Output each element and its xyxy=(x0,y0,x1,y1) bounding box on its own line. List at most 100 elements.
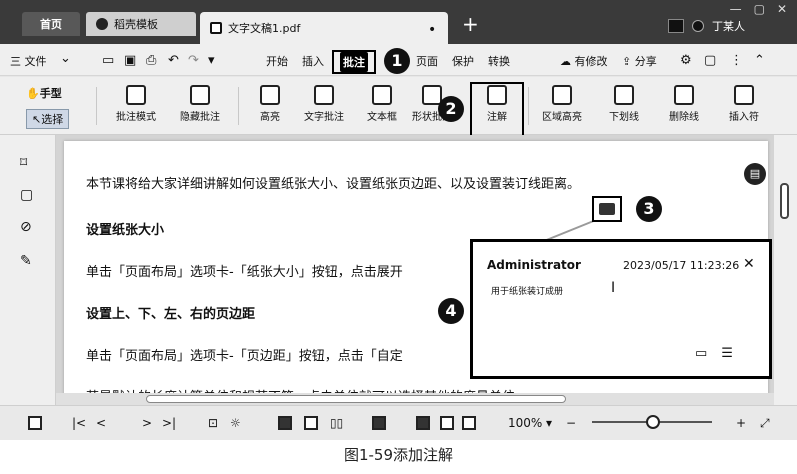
templates-logo-icon xyxy=(96,18,108,30)
floating-tool-icon[interactable]: ▤ xyxy=(744,163,766,185)
strikethrough-button[interactable]: 删除线 xyxy=(654,85,714,123)
attachment-icon[interactable]: ⊘ xyxy=(20,219,34,235)
avatar[interactable] xyxy=(692,20,704,32)
underline-label: 下划线 xyxy=(609,112,639,123)
zoom-dropdown-icon[interactable]: ▾ xyxy=(546,416,552,430)
eye-protect-icon[interactable]: ☼ xyxy=(230,416,241,430)
text-annotation-label: 文字批注 xyxy=(304,112,344,123)
text-annotation-button[interactable]: 文字批注 xyxy=(294,85,354,123)
unsaved-dot-icon: • xyxy=(428,22,437,38)
menu-annotate-highlight[interactable]: 批注 xyxy=(332,50,376,74)
minimize-button[interactable]: — xyxy=(730,2,742,16)
prev-page-icon[interactable]: < xyxy=(96,416,106,430)
continuous-view-icon[interactable] xyxy=(304,416,318,430)
last-page-icon[interactable]: >| xyxy=(162,416,176,430)
share-icon: ⇪ xyxy=(622,55,632,68)
double-page-view-icon[interactable]: ▯▯ xyxy=(330,416,343,430)
tab-templates-label: 稻壳模板 xyxy=(114,18,158,31)
workspace-icon[interactable] xyxy=(668,19,684,33)
select-tool[interactable]: ↖选择 xyxy=(26,109,70,129)
rotate-icon[interactable]: ⊡ xyxy=(208,416,218,430)
select-tool-label: 选择 xyxy=(41,113,64,126)
paragraph: 单击「页面布局」选项卡-「页边距」按钮，点击「自定 xyxy=(86,349,403,364)
signature-icon[interactable]: ✎ xyxy=(20,253,34,269)
vertical-scroll-thumb[interactable] xyxy=(780,183,789,219)
comment-author: Administrator xyxy=(487,258,581,272)
share-button[interactable]: ⇪ 分享 xyxy=(622,53,657,69)
bookmark-icon[interactable]: ⌑ xyxy=(20,155,34,171)
fit-width-icon[interactable] xyxy=(440,416,454,430)
next-page-icon[interactable]: > xyxy=(142,416,152,430)
chevron-up-icon[interactable]: ⌃ xyxy=(754,53,765,68)
undo-icon[interactable]: ↶ xyxy=(168,53,179,68)
comment-text[interactable]: 用于纸张装订成册 xyxy=(491,284,563,297)
redo-icon[interactable]: ↷ xyxy=(188,53,199,68)
comment-popup[interactable]: Administrator 2023/05/17 11:23:26 ✕ 用于纸张… xyxy=(470,239,772,379)
new-tab-button[interactable]: + xyxy=(462,14,479,34)
cursor-icon: ↖ xyxy=(32,113,42,126)
app-window: 首页 稻壳模板 文字文稿1.pdf • + — ▢ ✕ 丁某人 三 文件 ⌄ ▭… xyxy=(0,0,797,440)
file-menu[interactable]: 三 文件 xyxy=(10,53,47,69)
tab-templates[interactable]: 稻壳模板 xyxy=(86,12,196,36)
underline-button[interactable]: 下划线 xyxy=(594,85,654,123)
reply-icon[interactable]: ▭ xyxy=(695,346,707,361)
menu-page[interactable]: 页面 xyxy=(416,53,438,69)
first-page-icon[interactable]: |< xyxy=(72,416,86,430)
pdf-file-icon xyxy=(210,22,222,34)
more-icon[interactable]: ⋮ xyxy=(730,53,743,68)
paragraph: 本节课将给大家详细讲解如何设置纸张大小、设置纸张页边距、以及设置装订线距离。 xyxy=(86,177,581,192)
ribbon-separator xyxy=(238,87,239,125)
save-icon[interactable]: ▣ xyxy=(124,53,136,68)
menu-convert[interactable]: 转换 xyxy=(488,53,510,69)
open-folder-icon[interactable]: ▭ xyxy=(102,53,114,68)
zoom-in-icon[interactable]: + xyxy=(736,416,746,430)
actual-size-icon[interactable] xyxy=(462,416,476,430)
note-marker-icon xyxy=(599,203,615,215)
fit-page-icon[interactable] xyxy=(416,416,430,430)
annotate-ribbon: ✋手型 ↖选择 批注模式 隐藏批注 高亮 文字批注 文本框 形状批注 注解 区域… xyxy=(0,77,797,135)
insert-caret-icon xyxy=(734,85,754,105)
hand-tool[interactable]: ✋手型 xyxy=(26,85,62,101)
menu-icon[interactable]: ☰ xyxy=(721,346,733,361)
zoom-out-icon[interactable]: − xyxy=(566,416,576,430)
area-highlight-button[interactable]: 区域高亮 xyxy=(532,85,592,123)
heading: 设置上、下、左、右的页边距 xyxy=(86,307,256,322)
comment-icon[interactable]: ▢ xyxy=(704,53,716,68)
quick-access-menu-icon[interactable]: ▾ xyxy=(208,53,215,68)
area-highlight-icon xyxy=(552,85,572,105)
callout-marker-3: 3 xyxy=(636,196,662,222)
account-name[interactable]: 丁某人 xyxy=(712,18,745,34)
zoom-level[interactable]: 100% xyxy=(508,416,542,430)
menu-home[interactable]: 开始 xyxy=(266,53,288,69)
print-icon[interactable]: ⎙ xyxy=(146,53,156,68)
horizontal-scrollbar[interactable] xyxy=(56,393,774,405)
hide-annotations-button[interactable]: 隐藏批注 xyxy=(170,85,230,123)
vertical-scrollbar[interactable] xyxy=(774,135,797,405)
note-marker[interactable] xyxy=(592,196,622,222)
close-window-button[interactable]: ✕ xyxy=(777,2,787,16)
highlight-label: 高亮 xyxy=(260,112,280,123)
fullscreen-icon[interactable]: ⤢ xyxy=(760,416,770,431)
highlight-icon xyxy=(260,85,280,105)
zoom-slider-knob[interactable] xyxy=(646,415,660,429)
single-page-view-icon[interactable] xyxy=(278,416,292,430)
highlight-button[interactable]: 高亮 xyxy=(240,85,300,123)
has-changes-button[interactable]: ☁ 有修改 xyxy=(560,53,608,69)
gear-icon[interactable]: ⚙ xyxy=(680,53,692,68)
cloud-icon: ☁ xyxy=(560,55,571,68)
comment-actions: ▭ ☰ xyxy=(695,346,733,361)
close-icon[interactable]: ✕ xyxy=(743,256,755,272)
menu-annotate[interactable]: 批注 xyxy=(340,52,368,72)
maximize-button[interactable]: ▢ xyxy=(754,2,765,16)
horizontal-scroll-thumb[interactable] xyxy=(146,395,566,403)
sidebar-toggle-icon[interactable] xyxy=(28,416,42,430)
chevron-down-icon[interactable]: ⌄ xyxy=(60,51,71,66)
menu-protect[interactable]: 保护 xyxy=(452,53,474,69)
tab-document[interactable]: 文字文稿1.pdf • xyxy=(200,12,448,44)
insert-caret-button[interactable]: 插入符 xyxy=(714,85,774,123)
tab-home[interactable]: 首页 xyxy=(22,12,80,36)
annotate-mode-button[interactable]: 批注模式 xyxy=(106,85,166,123)
thumbnail-icon[interactable]: ▢ xyxy=(20,187,34,203)
menu-insert[interactable]: 插入 xyxy=(302,53,324,69)
play-icon[interactable] xyxy=(372,416,386,430)
